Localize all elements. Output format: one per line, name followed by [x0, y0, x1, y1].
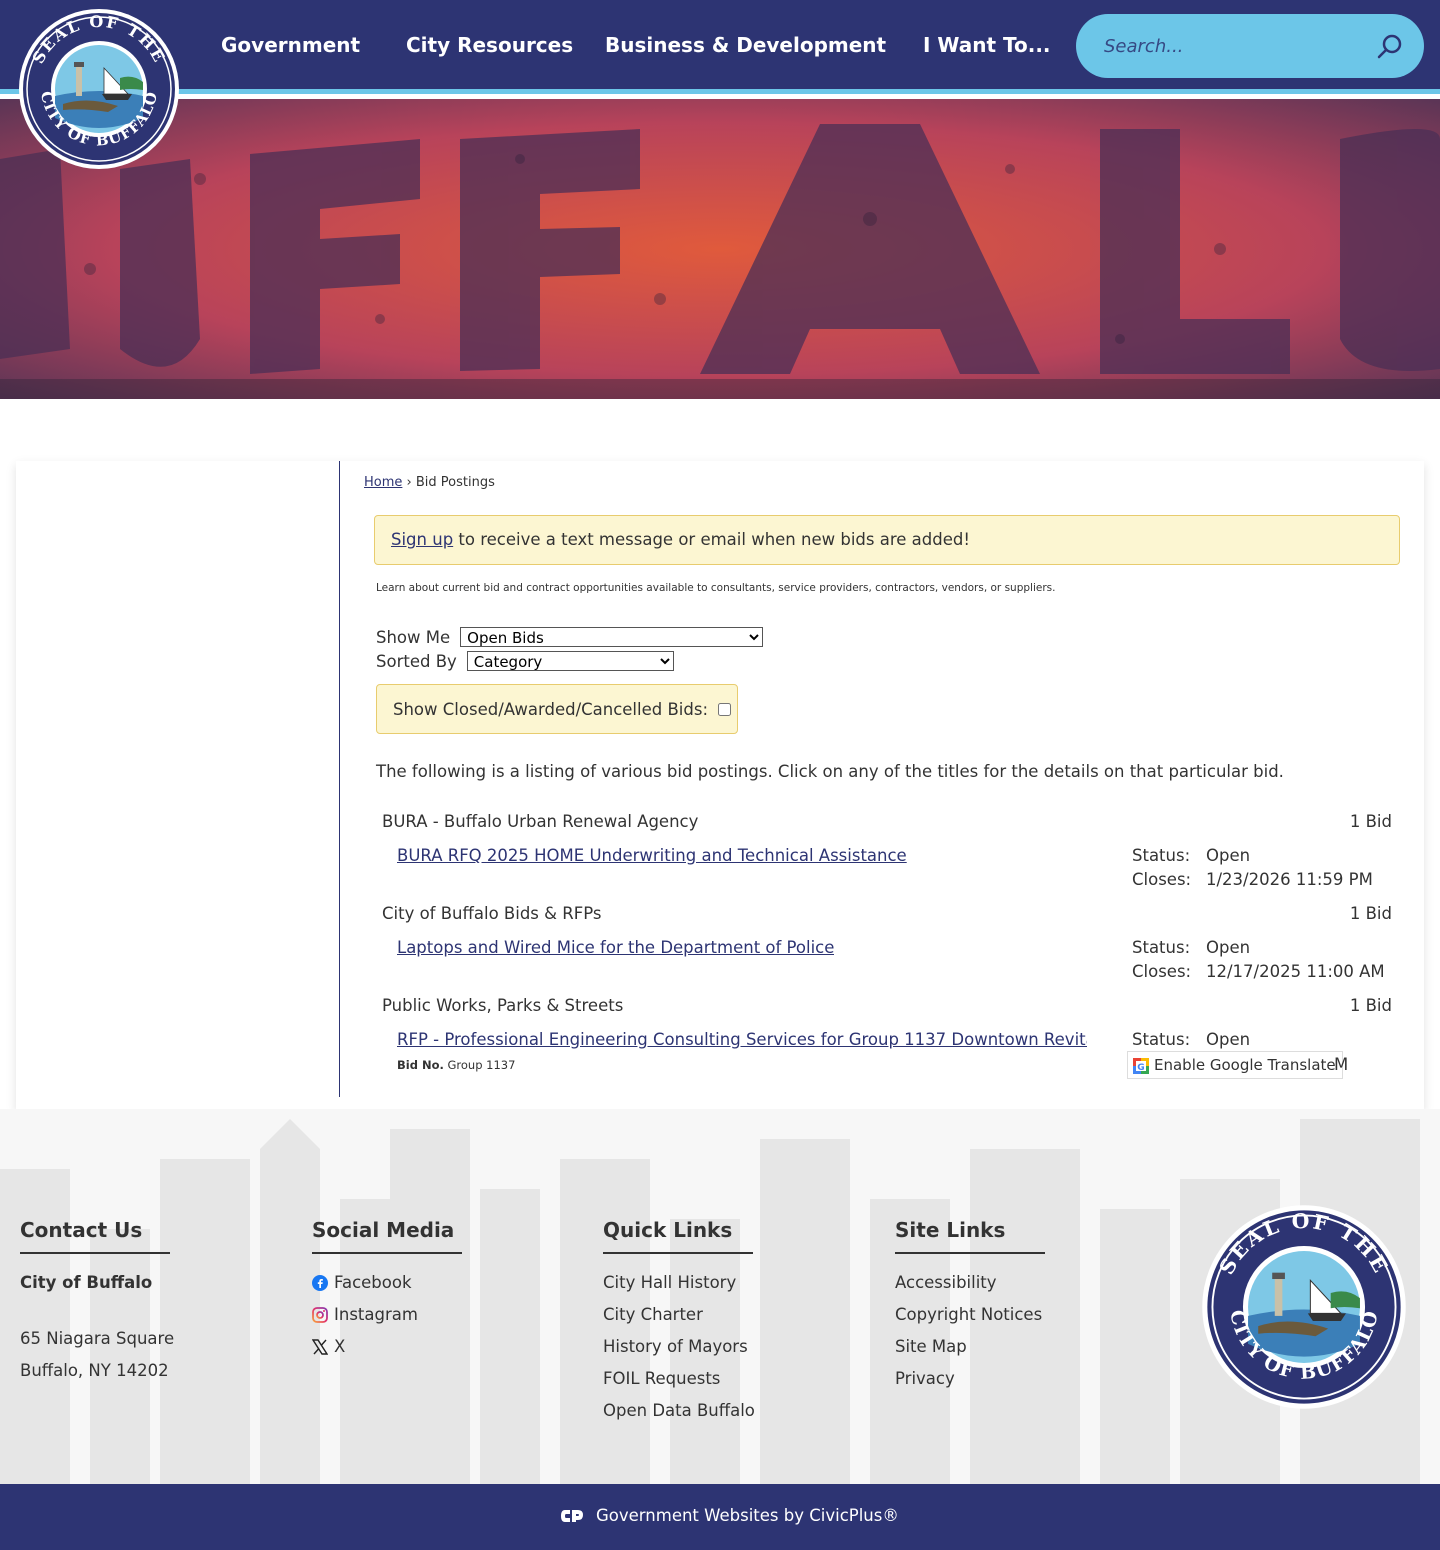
- site-header: Government City Resources Business & Dev…: [0, 0, 1440, 94]
- breadcrumb-current: Bid Postings: [415, 475, 495, 490]
- show-closed-box: Show Closed/Awarded/Cancelled Bids:: [376, 684, 738, 734]
- footer-site-links-title: Site Links: [895, 1218, 1045, 1254]
- bid-title-link[interactable]: BURA RFQ 2025 HOME Underwriting and Tech…: [397, 846, 907, 865]
- show-closed-label: Show Closed/Awarded/Cancelled Bids:: [393, 699, 709, 719]
- sorted-by-label: Sorted By: [376, 651, 457, 671]
- city-seal-logo[interactable]: SEAL OF THE CITY OF BUFFALO: [18, 8, 180, 170]
- bid-status-label: Status:: [1132, 846, 1191, 865]
- closes-value-overflow: M: [1334, 1055, 1349, 1074]
- hero-banner: [0, 99, 1440, 399]
- footer-social-title: Social Media: [312, 1218, 462, 1254]
- bid-title-link[interactable]: Laptops and Wired Mice for the Departmen…: [397, 938, 834, 957]
- civicplus-bar: Government Websites by CivicPlus®: [0, 1484, 1440, 1550]
- search-bar: [1076, 14, 1424, 78]
- signup-alert: Sign up to receive a text message or ema…: [374, 515, 1400, 565]
- category-name: City of Buffalo Bids & RFPs: [382, 904, 602, 923]
- quick-link-open-data-buffalo[interactable]: Open Data Buffalo: [603, 1395, 755, 1427]
- search-icon[interactable]: [1376, 33, 1404, 61]
- nav-city-resources[interactable]: City Resources: [406, 33, 573, 57]
- footer-address-line1: 65 Niagara Square: [20, 1329, 175, 1348]
- bid-number-label: Bid No.: [397, 1058, 444, 1072]
- show-closed-checkbox[interactable]: [718, 702, 732, 716]
- google-translate-icon: G: [1133, 1058, 1149, 1074]
- bid-number: Bid No. Group 1137: [397, 1058, 515, 1072]
- bid-closes-value: 1/23/2026 11:59 PM: [1206, 870, 1373, 889]
- civicplus-credit-text: Government Websites by CivicPlus®: [596, 1506, 899, 1525]
- footer-quick-links-column: Quick Links City Hall History City Chart…: [603, 1218, 755, 1427]
- category-name: BURA - Buffalo Urban Renewal Agency: [382, 812, 699, 831]
- quick-link-city-hall-history[interactable]: City Hall History: [603, 1267, 755, 1299]
- bid-status-value: Open: [1206, 846, 1251, 865]
- category-count: 1 Bid: [1349, 904, 1392, 923]
- civicplus-icon: [561, 1509, 583, 1522]
- hero-sign-image: [0, 99, 1440, 399]
- bid-status-value: Open: [1206, 1030, 1251, 1049]
- footer-social-column: Social Media Facebook Instagram X: [312, 1218, 462, 1363]
- bid-status-value: Open: [1206, 938, 1251, 957]
- footer-site-links-column: Site Links Accessibility Copyright Notic…: [895, 1218, 1045, 1395]
- category-name: Public Works, Parks & Streets: [382, 996, 624, 1015]
- show-me-label: Show Me: [376, 627, 451, 647]
- google-translate-label: Enable Google Translate: [1154, 1056, 1336, 1074]
- intro-text: Learn about current bid and contract opp…: [376, 582, 1056, 594]
- footer-city-seal: SEAL OF THE CITY OF BUFFALO: [1202, 1205, 1406, 1409]
- quick-link-history-of-mayors[interactable]: History of Mayors: [603, 1331, 755, 1363]
- quick-link-foil-requests[interactable]: FOIL Requests: [603, 1363, 755, 1395]
- show-me-select[interactable]: Open Bids: [460, 627, 764, 647]
- x-icon: [312, 1339, 328, 1355]
- signup-link[interactable]: Sign up: [391, 530, 453, 549]
- bid-number-value: Group 1137: [447, 1058, 516, 1072]
- search-input[interactable]: [1104, 32, 1364, 60]
- sorted-by-row: Sorted By Category: [376, 651, 674, 671]
- breadcrumb-home[interactable]: Home: [364, 475, 402, 490]
- social-facebook-link[interactable]: Facebook: [312, 1267, 462, 1299]
- site-link-copyright-notices[interactable]: Copyright Notices: [895, 1299, 1045, 1331]
- facebook-icon: [312, 1275, 328, 1291]
- bid-title-link[interactable]: RFP - Professional Engineering Consultin…: [397, 1030, 1087, 1049]
- bid-status-label: Status:: [1132, 938, 1191, 957]
- social-x-label: X: [334, 1337, 346, 1356]
- social-instagram-label: Instagram: [334, 1305, 418, 1324]
- listing-intro: The following is a listing of various bi…: [376, 762, 1284, 781]
- signup-alert-text: to receive a text message or email when …: [453, 530, 970, 549]
- main-content-card: Home › Bid Postings Sign up to receive a…: [16, 461, 1424, 1109]
- instagram-icon: [312, 1307, 328, 1323]
- civicplus-credit-link[interactable]: Government Websites by CivicPlus®: [560, 1506, 899, 1525]
- site-link-accessibility[interactable]: Accessibility: [895, 1267, 1045, 1299]
- site-link-privacy[interactable]: Privacy: [895, 1363, 1045, 1395]
- social-facebook-label: Facebook: [334, 1273, 412, 1292]
- nav-government[interactable]: Government: [221, 33, 360, 57]
- nav-i-want-to[interactable]: I Want To...: [923, 33, 1051, 57]
- footer-spacer: [20, 1299, 174, 1323]
- category-count: 1 Bid: [1349, 812, 1392, 831]
- footer-address-line2: Buffalo, NY 14202: [20, 1361, 169, 1380]
- sidebar-divider: [339, 461, 340, 1097]
- site-link-site-map[interactable]: Site Map: [895, 1331, 1045, 1363]
- footer-contact-title: Contact Us: [20, 1218, 170, 1254]
- site-footer: Contact Us City of Buffalo 65 Niagara Sq…: [0, 1109, 1440, 1484]
- bid-closes-value: 12/17/2025 11:00 AM: [1206, 962, 1385, 981]
- google-translate-button[interactable]: G Enable Google Translate: [1127, 1051, 1343, 1079]
- show-me-row: Show Me Open Bids: [376, 627, 764, 647]
- footer-org-name: City of Buffalo: [20, 1273, 153, 1292]
- nav-business-development[interactable]: Business & Development: [605, 33, 886, 57]
- bid-closes-label: Closes:: [1132, 870, 1192, 889]
- quick-link-city-charter[interactable]: City Charter: [603, 1299, 755, 1331]
- social-instagram-link[interactable]: Instagram: [312, 1299, 462, 1331]
- social-x-link[interactable]: X: [312, 1331, 462, 1363]
- category-count: 1 Bid: [1349, 996, 1392, 1015]
- footer-quick-links-title: Quick Links: [603, 1218, 753, 1254]
- bid-status-label: Status:: [1132, 1030, 1191, 1049]
- breadcrumb: Home › Bid Postings: [364, 475, 495, 490]
- breadcrumb-separator: ›: [406, 475, 412, 490]
- bid-closes-label: Closes:: [1132, 962, 1192, 981]
- footer-contact-column: Contact Us City of Buffalo 65 Niagara Sq…: [20, 1218, 174, 1387]
- svg-text:G: G: [1137, 1063, 1144, 1073]
- sorted-by-select[interactable]: Category: [466, 651, 674, 671]
